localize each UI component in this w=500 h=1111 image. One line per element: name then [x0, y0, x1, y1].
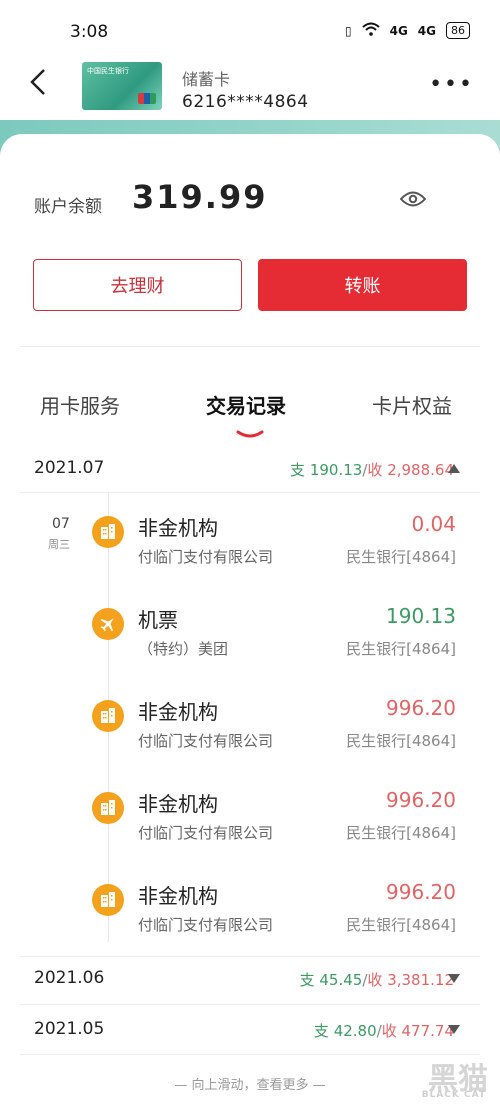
transaction-title: 机票 — [138, 608, 178, 632]
signal-icon-1: 4G — [389, 23, 408, 38]
building-icon — [92, 700, 124, 732]
month-label: 2021.06 — [34, 968, 105, 988]
expand-icon[interactable] — [448, 1025, 460, 1034]
active-tab-indicator — [236, 424, 264, 438]
transaction-amount: 0.04 — [411, 512, 456, 536]
invest-button[interactable]: 去理财 — [33, 259, 242, 311]
transaction-item[interactable]: 非金机构 付临门支付有限公司 996.20 民生银行[4864] — [0, 694, 500, 774]
tab-bar: 用卡服务 交易记录 卡片权益 — [0, 386, 500, 438]
transaction-title: 非金机构 — [138, 792, 218, 816]
card-number: 6216****4864 — [182, 92, 309, 112]
transaction-item[interactable]: 机票 （特约）美团 190.13 民生银行[4864] — [0, 602, 500, 682]
transaction-amount: 996.20 — [386, 880, 456, 904]
transaction-item[interactable]: 非金机构 付临门支付有限公司 996.20 民生银行[4864] — [0, 878, 500, 958]
tab-card-benefits[interactable]: 卡片权益 — [372, 390, 452, 419]
building-icon — [92, 516, 124, 548]
back-icon[interactable] — [22, 64, 58, 100]
transaction-title: 非金机构 — [138, 884, 218, 908]
transaction-merchant: 付临门支付有限公司 — [138, 824, 274, 842]
transaction-item[interactable]: 非金机构 付临门支付有限公司 996.20 民生银行[4864] — [0, 786, 500, 866]
header: 中国民生银行 储蓄卡 6216****4864 ••• — [0, 52, 500, 122]
month-summary: 支 190.13/收 2,988.64 — [290, 461, 454, 479]
transfer-button[interactable]: 转账 — [258, 259, 467, 311]
watermark: 黑猫 BLACK CAT — [364, 1050, 494, 1108]
watermark-subtext: BLACK CAT — [421, 1090, 486, 1100]
transaction-merchant: 付临门支付有限公司 — [138, 548, 274, 566]
wifi-icon — [361, 22, 380, 39]
more-icon[interactable]: ••• — [429, 72, 474, 97]
month-row-2021-06[interactable]: 2021.06 支 45.45/收 3,381.12 — [0, 960, 500, 1000]
divider — [20, 346, 480, 347]
eye-icon[interactable] — [399, 190, 427, 208]
transaction-amount: 996.20 — [386, 696, 456, 720]
signal-icon-2: 4G — [417, 23, 436, 38]
transaction-account: 民生银行[4864] — [346, 640, 456, 658]
month-summary: 支 45.45/收 3,381.12 — [299, 971, 454, 989]
month-label: 2021.05 — [34, 1019, 105, 1039]
transaction-account: 民生银行[4864] — [346, 824, 456, 842]
month-summary: 支 42.80/收 477.74 — [313, 1022, 454, 1040]
battery-icon: 86 — [446, 22, 470, 39]
status-icons: ▯ 4G 4G 86 — [345, 22, 470, 39]
unionpay-logo — [138, 93, 156, 104]
transaction-merchant: 付临门支付有限公司 — [138, 916, 274, 934]
divider — [20, 956, 480, 957]
transaction-account: 民生银行[4864] — [346, 916, 456, 934]
transaction-title: 非金机构 — [138, 516, 218, 540]
balance-label: 账户余额 — [34, 197, 102, 217]
airplane-icon — [92, 608, 124, 640]
status-time: 3:08 — [70, 22, 109, 42]
transaction-account: 民生银行[4864] — [346, 548, 456, 566]
collapse-icon[interactable] — [448, 464, 460, 473]
transaction-title: 非金机构 — [138, 700, 218, 724]
tab-transactions[interactable]: 交易记录 — [206, 390, 286, 419]
month-row-2021-07[interactable]: 2021.07 支 190.13/收 2,988.64 — [0, 450, 500, 490]
bank-logo: 中国民生银行 — [87, 67, 129, 75]
transaction-item[interactable]: 非金机构 付临门支付有限公司 0.04 民生银行[4864] — [0, 510, 500, 590]
vibrate-icon: ▯ — [344, 23, 352, 38]
card-image: 中国民生银行 — [82, 62, 162, 110]
card-type: 储蓄卡 — [182, 70, 231, 89]
tab-card-services[interactable]: 用卡服务 — [40, 390, 120, 419]
transaction-amount: 190.13 — [386, 604, 456, 628]
divider — [20, 1004, 480, 1005]
balance-value: 319.99 — [132, 178, 268, 216]
transaction-amount: 996.20 — [386, 788, 456, 812]
month-label: 2021.07 — [34, 458, 105, 478]
month-row-2021-05[interactable]: 2021.05 支 42.80/收 477.74 — [0, 1011, 500, 1051]
transaction-merchant: （特约）美团 — [138, 640, 229, 658]
building-icon — [92, 792, 124, 824]
transaction-account: 民生银行[4864] — [346, 732, 456, 750]
divider — [20, 492, 480, 493]
expand-icon[interactable] — [448, 974, 460, 983]
building-icon — [92, 884, 124, 916]
transaction-merchant: 付临门支付有限公司 — [138, 732, 274, 750]
